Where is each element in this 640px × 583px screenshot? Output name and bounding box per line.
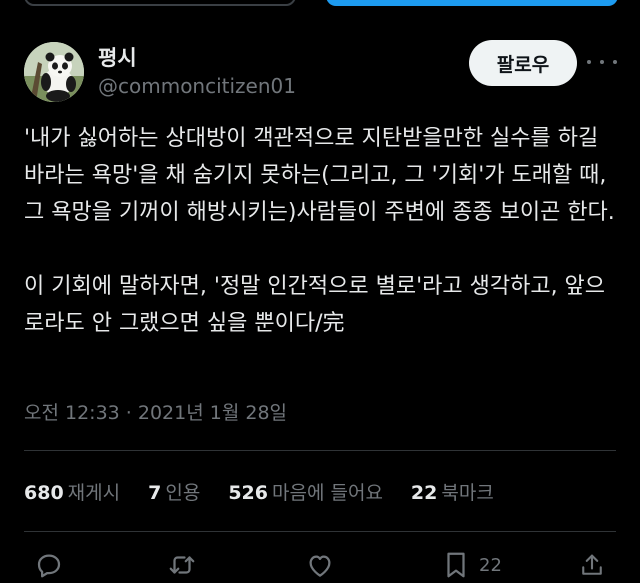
bookmark-count: 22: [479, 554, 502, 576]
like-button[interactable]: [305, 548, 335, 582]
bookmark-button[interactable]: 22: [443, 548, 502, 582]
stat-value: 7: [148, 482, 162, 504]
stat-value: 680: [24, 482, 64, 504]
author-display-name[interactable]: 평시: [98, 42, 137, 72]
panda-avatar-icon: [24, 42, 84, 102]
follow-button[interactable]: 팔로우: [469, 40, 577, 86]
retweet-button[interactable]: [166, 548, 198, 582]
stat-reposts[interactable]: 680 재게시: [24, 478, 120, 505]
stat-value: 526: [228, 482, 268, 504]
tweet-timestamp[interactable]: 오전 12:33 · 2021년 1월 28일: [24, 398, 287, 425]
share-icon: [582, 554, 602, 575]
share-button[interactable]: [578, 548, 606, 582]
author-handle[interactable]: @commoncitizen01: [98, 74, 296, 98]
divider: [24, 450, 616, 451]
reply-icon: [37, 554, 61, 578]
avatar[interactable]: [24, 42, 84, 102]
stat-bookmarks[interactable]: 22 북마크: [411, 478, 494, 505]
stat-quotes[interactable]: 7 인용: [148, 478, 200, 505]
tweet-author-header: 평시 @commoncitizen01 팔로우: [24, 40, 620, 104]
previous-element-fragment: [24, 0, 296, 6]
divider: [24, 531, 616, 532]
stat-label: 북마크: [441, 482, 494, 504]
bookmark-icon: [447, 552, 465, 578]
stat-likes[interactable]: 526 마음에 들어요: [228, 478, 383, 505]
more-horizontal-icon[interactable]: [587, 52, 617, 72]
stat-value: 22: [410, 482, 438, 504]
previous-button-fragment[interactable]: [326, 0, 618, 6]
reply-button[interactable]: [34, 548, 64, 582]
tweet-paragraph-1: '내가 싫어하는 상대방이 객관적으로 지탄받을만한 실수를 하길 바라는 욕망…: [24, 126, 615, 225]
like-icon: [309, 555, 331, 577]
tweet-action-bar: 22: [0, 548, 640, 582]
tweet-text: '내가 싫어하는 상대방이 객관적으로 지탄받을만한 실수를 하길 바라는 욕망…: [24, 120, 620, 342]
engagement-stats: 680 재게시 7 인용 526 마음에 들어요 22 북마크: [24, 478, 522, 505]
stat-label: 인용: [165, 482, 201, 504]
tweet-paragraph-2: 이 기회에 말하자면, '정말 인간적으로 별로'라고 생각하고, 앞으로라도 …: [24, 274, 606, 336]
retweet-icon: [169, 556, 195, 574]
stat-label: 마음에 들어요: [272, 482, 383, 504]
stat-label: 재게시: [67, 482, 121, 504]
